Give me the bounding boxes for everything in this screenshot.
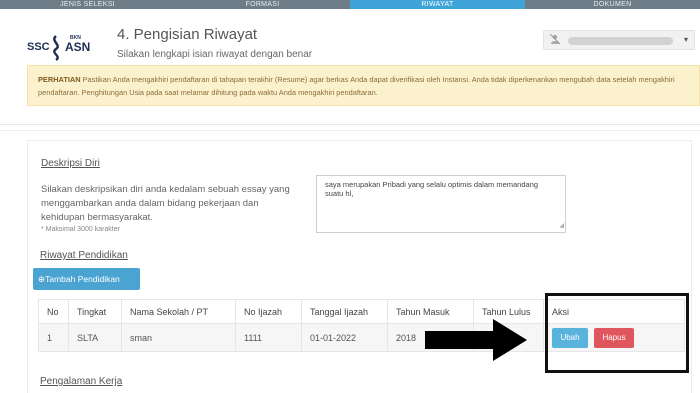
- page-title: 4. Pengisian Riwayat: [117, 26, 258, 43]
- step-nav: JENIS SELEKSI FORMASI RIWAYAT DOKUMEN: [0, 0, 700, 9]
- cell-tanggal-ijazah: 01-01-2022: [301, 323, 388, 352]
- section-title-pendidikan: Riwayat Pendidikan: [40, 250, 128, 261]
- col-header-no: No: [38, 299, 69, 324]
- essay-textarea[interactable]: saya merupakan Pribadi yang selalu optim…: [316, 175, 566, 233]
- max-char-note: * Maksimal 3000 karakter: [41, 226, 120, 233]
- logo-text-ssc: SSC: [27, 41, 50, 53]
- divider: [0, 124, 700, 125]
- section-title-deskripsi: Deskripsi Diri: [41, 158, 100, 169]
- essay-value: saya merupakan Pribadi yang selalu optim…: [325, 180, 539, 198]
- warning-alert: PERHATIAN Pastikan Anda mengakhiri penda…: [27, 65, 700, 106]
- col-header-no-ijazah: No Ijazah: [235, 299, 302, 324]
- col-header-tingkat: Tingkat: [68, 299, 122, 324]
- deskripsi-instruction: Silakan deskripsikan diri anda kedalam s…: [41, 184, 290, 223]
- redacted-user-name: [568, 37, 673, 45]
- cell-nama-sekolah: sman: [121, 323, 236, 352]
- alert-label: PERHATIAN: [38, 75, 81, 84]
- add-education-label: Tambah Pendidikan: [45, 274, 120, 284]
- annotation-arrow-icon: [425, 319, 527, 361]
- divider: [0, 130, 700, 131]
- tab-dokumen[interactable]: DOKUMEN: [525, 0, 700, 9]
- sscasn-logo: SSC BKN ASN: [27, 35, 91, 61]
- cell-no: 1: [38, 323, 69, 352]
- add-education-button[interactable]: ⊕Tambah Pendidikan: [33, 268, 140, 290]
- col-header-tanggal-ijazah: Tanggal Ijazah: [301, 299, 388, 324]
- resize-handle-icon[interactable]: ◢: [559, 222, 564, 231]
- logo-text-asn: ASN: [65, 40, 91, 54]
- user-icon: [549, 33, 561, 47]
- tab-jenis-seleksi[interactable]: JENIS SELEKSI: [0, 0, 175, 9]
- alert-text: Pastikan Anda mengakhiri pendaftaran di …: [38, 75, 675, 97]
- page-subtitle: Silakan lengkapi isian riwayat dengan be…: [117, 49, 313, 60]
- cell-tingkat: SLTA: [68, 323, 122, 352]
- col-header-nama-sekolah: Nama Sekolah / PT: [121, 299, 236, 324]
- chevron-down-icon: ▾: [683, 35, 688, 44]
- tab-formasi[interactable]: FORMASI: [175, 0, 350, 9]
- section-title-pengalaman: Pengalaman Kerja: [40, 376, 123, 387]
- annotation-highlight-box: [545, 293, 689, 373]
- cell-no-ijazah: 1111: [235, 323, 302, 352]
- tab-riwayat[interactable]: RIWAYAT: [350, 0, 525, 9]
- user-menu-dropdown[interactable]: ▾: [543, 30, 695, 50]
